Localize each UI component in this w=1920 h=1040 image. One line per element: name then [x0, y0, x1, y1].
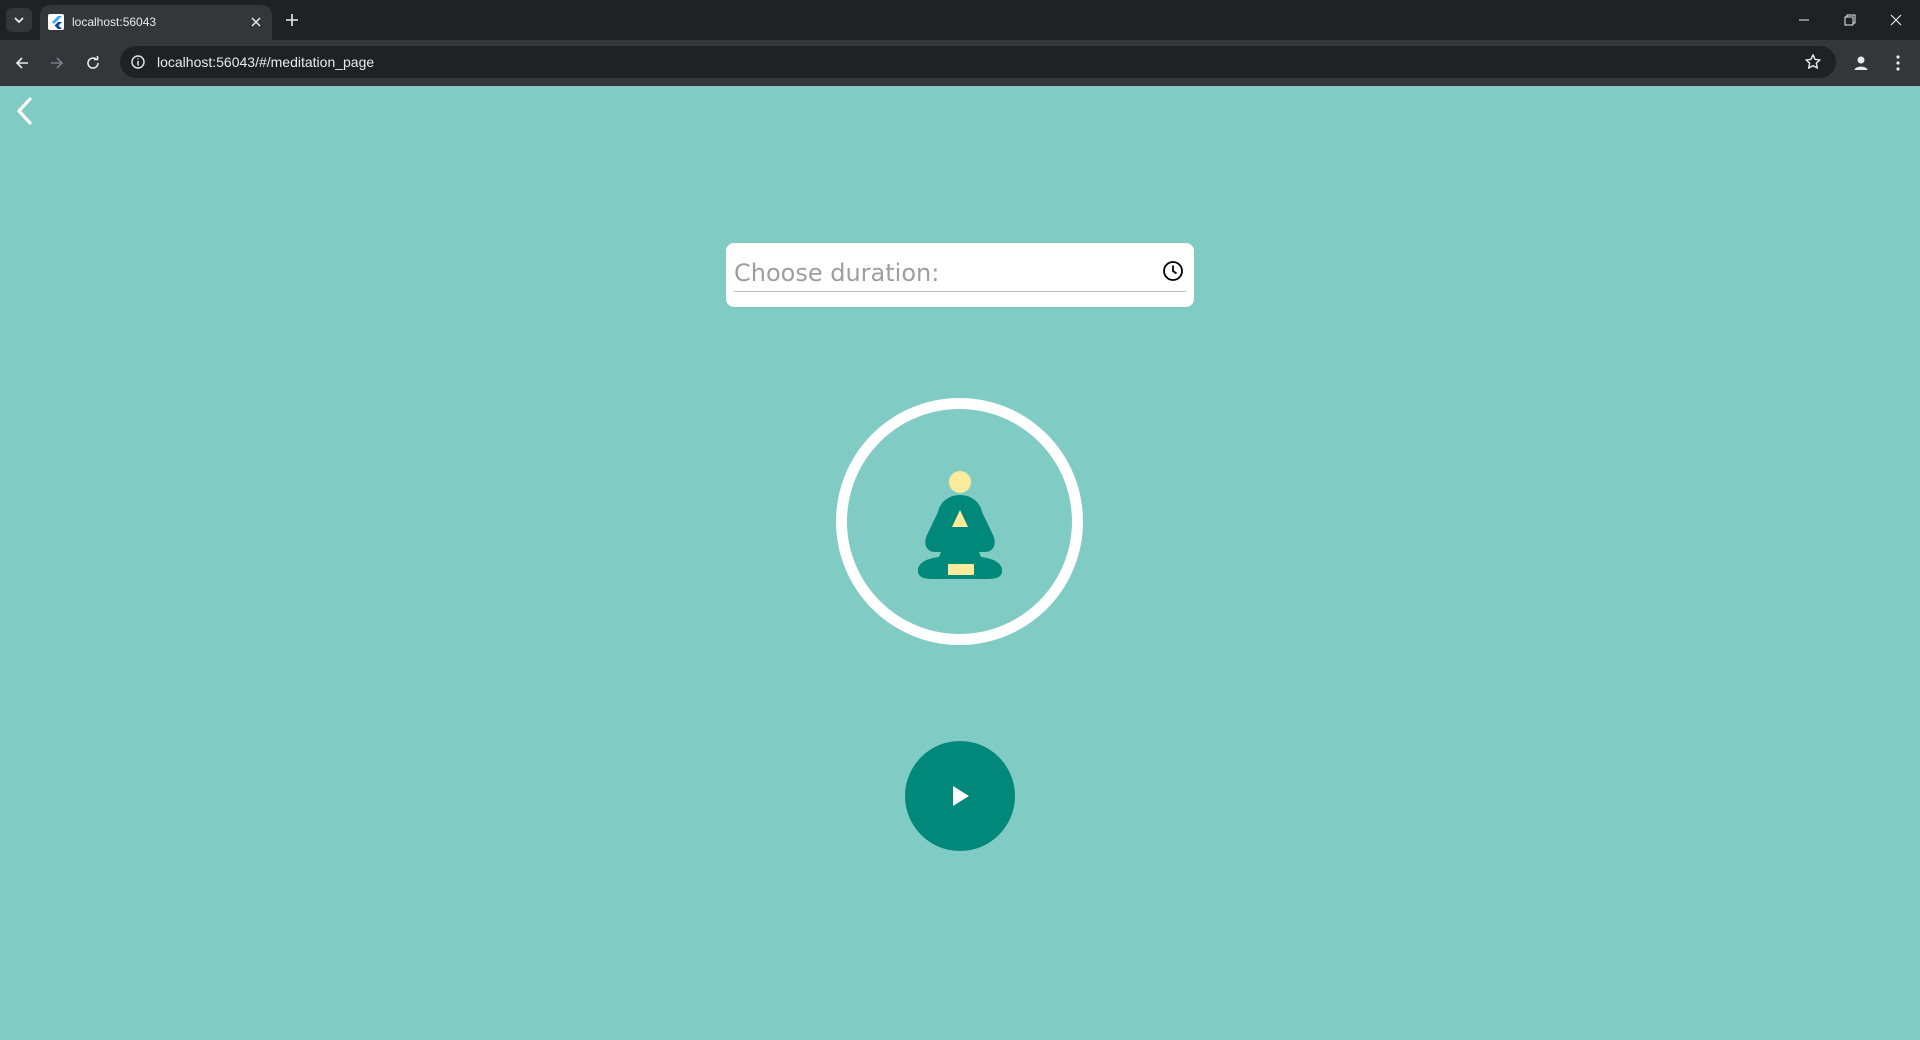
- back-button[interactable]: [8, 94, 42, 128]
- tab-search-button[interactable]: [6, 8, 32, 32]
- minimize-button[interactable]: [1792, 8, 1816, 32]
- back-nav-button[interactable]: [10, 51, 34, 75]
- plus-icon[interactable]: [282, 10, 302, 30]
- duration-field[interactable]: Choose duration:: [734, 253, 1186, 292]
- browser-menu-button[interactable]: [1886, 51, 1910, 75]
- forward-nav-button[interactable]: [45, 51, 69, 75]
- info-icon[interactable]: [130, 54, 146, 70]
- browser-tab-strip: localhost:56043: [0, 0, 1920, 40]
- duration-card: Choose duration:: [726, 243, 1194, 307]
- meditation-figure-icon: [917, 471, 1003, 579]
- restore-icon: [1844, 14, 1856, 26]
- minimize-icon: [1799, 19, 1809, 21]
- chevron-left-icon: [17, 97, 32, 125]
- arrow-left-icon: [15, 57, 28, 69]
- play-button[interactable]: [905, 741, 1015, 851]
- restore-button[interactable]: [1838, 8, 1862, 32]
- close-icon[interactable]: [248, 14, 264, 30]
- browser-toolbar: localhost:56043/#/meditation_page: [0, 40, 1920, 86]
- person-icon: [1854, 56, 1868, 70]
- meditation-page: Choose duration:: [0, 86, 1920, 1040]
- chevron-down-icon: [14, 17, 24, 24]
- duration-placeholder: Choose duration:: [734, 259, 940, 287]
- flutter-logo-icon: [48, 14, 64, 30]
- close-window-button[interactable]: [1884, 8, 1908, 32]
- close-icon: [1890, 14, 1902, 26]
- profile-button[interactable]: [1849, 51, 1873, 75]
- browser-tab[interactable]: localhost:56043: [40, 5, 272, 40]
- url-text[interactable]: localhost:56043/#/meditation_page: [157, 54, 374, 70]
- tab-title: localhost:56043: [72, 15, 157, 29]
- arrow-right-icon: [51, 57, 64, 69]
- kebab-menu-icon: [1896, 55, 1900, 71]
- play-icon: [953, 786, 969, 806]
- address-bar[interactable]: localhost:56043/#/meditation_page: [120, 46, 1836, 78]
- reload-icon: [87, 56, 99, 69]
- reload-button[interactable]: [81, 51, 105, 75]
- clock-icon[interactable]: [1162, 260, 1184, 282]
- star-icon[interactable]: [1804, 53, 1822, 71]
